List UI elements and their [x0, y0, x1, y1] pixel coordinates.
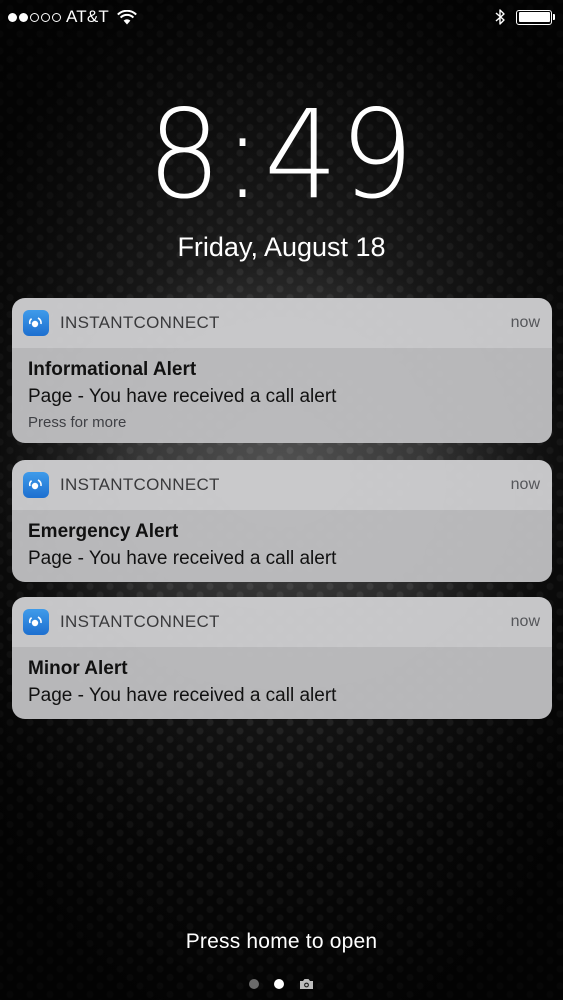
instantconnect-app-icon	[23, 472, 49, 498]
notification-minor-alert[interactable]: INSTANTCONNECT now Minor Alert Page - Yo…	[12, 597, 552, 719]
battery-icon	[516, 9, 555, 25]
notification-title: Emergency Alert	[28, 521, 179, 542]
notification-informational-alert[interactable]: INSTANTCONNECT now Informational Alert P…	[12, 298, 552, 443]
notification-title: Informational Alert	[28, 359, 197, 380]
instantconnect-app-icon	[23, 310, 49, 336]
signal-dot	[19, 12, 28, 22]
carrier-name: AT&T	[66, 7, 109, 26]
notification-header: INSTANTCONNECT now	[12, 597, 552, 647]
signal-dot	[41, 12, 50, 22]
page-dot[interactable]	[249, 979, 259, 989]
battery-level	[518, 12, 550, 22]
lock-screen: AT&T 8:49 Friday, August 18 INSTANTCONNE…	[0, 0, 563, 1000]
lock-time: 8:49	[147, 84, 416, 227]
press-home-to-open: Press home to open	[185, 930, 378, 953]
notification-app-name: INSTANTCONNECT	[60, 475, 220, 494]
notification-body: Minor Alert Page - You have received a c…	[12, 647, 552, 719]
notification-message: Page - You have received a call alert	[28, 386, 337, 407]
instantconnect-app-icon	[23, 609, 49, 635]
notification-header: INSTANTCONNECT now	[12, 460, 552, 510]
notification-time: now	[510, 476, 540, 493]
notification-app-name: INSTANTCONNECT	[60, 313, 220, 332]
notification-time: now	[510, 613, 540, 630]
page-indicator[interactable]	[0, 978, 563, 990]
notification-body: Emergency Alert Page - You have received…	[12, 510, 552, 582]
notification-time: now	[510, 314, 540, 331]
signal-dot	[30, 12, 39, 22]
notification-header: INSTANTCONNECT now	[12, 298, 552, 348]
notification-body: Informational Alert Page - You have rece…	[12, 348, 552, 443]
bluetooth-icon	[495, 9, 505, 25]
signal-dot	[52, 12, 61, 22]
page-dot[interactable]	[274, 979, 284, 989]
lock-date: Friday, August 18	[177, 232, 386, 262]
signal-dot	[8, 12, 17, 22]
camera-icon[interactable]	[299, 978, 314, 990]
notification-message: Page - You have received a call alert	[28, 685, 337, 706]
notification-title: Minor Alert	[28, 658, 128, 679]
notification-hint: Press for more	[28, 414, 127, 431]
wifi-icon	[117, 9, 137, 24]
notification-app-name: INSTANTCONNECT	[60, 612, 220, 631]
status-bar: AT&T	[0, 0, 563, 34]
notification-emergency-alert[interactable]: INSTANTCONNECT now Emergency Alert Page …	[12, 460, 552, 582]
notification-message: Page - You have received a call alert	[28, 548, 337, 569]
signal-strength-icon	[8, 12, 61, 22]
